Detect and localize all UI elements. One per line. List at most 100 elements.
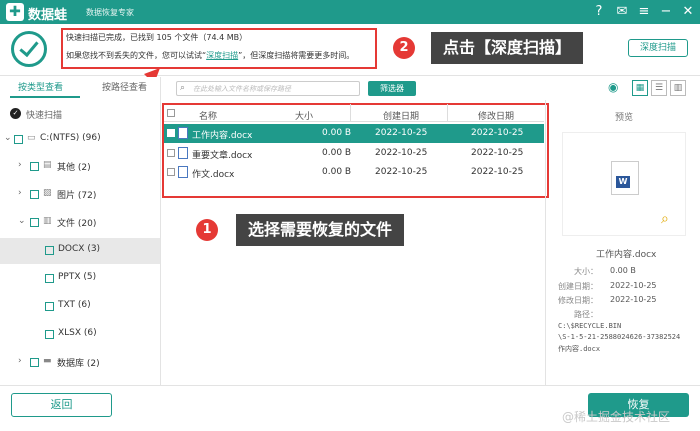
checkbox[interactable] [30,162,39,171]
preview-path-line3: 作内容.docx [558,345,601,353]
tree-label: 图片 (72) [57,191,97,201]
cell-modified: 2022-10-25 [471,148,524,158]
tree-item-images[interactable]: › ▨ 图片 (72) [0,182,160,208]
close-icon[interactable]: ✕ [680,4,696,20]
table-row[interactable]: 重要文章.docx 0.00 B 2022-10-25 2022-10-25 [164,144,544,163]
cell-created: 2022-10-25 [375,148,428,158]
chevron-down-icon[interactable]: ⌄ [4,133,12,143]
preview-filename: 工作内容.docx [596,250,657,260]
grid-view-icon[interactable]: ▦ [632,80,648,96]
drive-icon: ▭ [27,133,36,143]
tree-item-drive-c[interactable]: ⌄ ▭ C:(NTFS) (96) [0,127,160,153]
active-tab-indicator [10,96,80,98]
minimize-icon[interactable]: − [658,4,674,20]
menu-icon[interactable]: ≡ [636,4,652,20]
tree-item-database[interactable]: › ▬ 数据库 (2) [0,350,160,376]
tab-view-by-type[interactable]: 按类型查看 [18,80,63,93]
tree-item-docx[interactable]: DOCX (3) [0,238,160,264]
cell-name: 工作内容.docx [192,131,253,141]
select-all-checkbox[interactable] [167,109,175,117]
tree-label: 数据库 (2) [57,359,100,369]
watermark-text: @稀土掘金技术社区 [562,410,671,424]
search-input[interactable]: ⌕ 在此处输入文件名称或保存路径 [176,81,360,96]
chevron-right-icon[interactable]: › [18,356,22,366]
app-logo-icon: ✚ [6,3,24,21]
tab-view-by-path[interactable]: 按路径查看 [102,80,147,93]
step-2-badge: 2 [393,37,415,59]
cell-modified: 2022-10-25 [471,167,524,177]
tree-label: C:(NTFS) (96) [40,133,101,143]
feedback-icon[interactable]: ✉ [614,4,630,20]
eye-icon[interactable]: ◉ [608,80,618,94]
checkbox[interactable] [45,330,54,339]
quick-scan-check-icon: ✓ [10,108,21,119]
row-checkbox[interactable] [167,168,175,176]
scan-result-text: 快速扫描已完成，已找到 105 个文件（74.4 MB） [66,33,248,42]
column-divider [447,104,448,121]
detail-view-icon[interactable]: ▥ [670,80,686,96]
table-row[interactable]: 工作内容.docx 0.00 B 2022-10-25 2022-10-25 [164,124,544,143]
cell-size: 0.00 B [322,128,352,138]
preview-path-line2: \S-1-5-21-2588024626-37382524 [558,333,681,341]
checkbox[interactable] [45,246,54,255]
checkbox[interactable] [30,218,39,227]
tree-item-pptx[interactable]: PPTX (5) [0,266,160,292]
cell-name: 作文.docx [192,170,235,180]
preview-created-label: 创建日期： [558,282,598,291]
step-1-badge: 1 [196,219,218,241]
tree-label: XLSX (6) [58,328,97,338]
cell-size: 0.00 B [322,148,352,158]
list-view-icon[interactable]: ☰ [651,80,667,96]
tree-label: 其他 (2) [57,163,91,173]
docx-file-icon [178,166,188,178]
search-icon: ⌕ [180,83,186,93]
row-checkbox[interactable] [167,149,175,157]
preview-size-label: 大小： [574,267,598,276]
checkbox[interactable] [30,358,39,367]
tree-item-documents[interactable]: ⌄ ▥ 文件 (20) [0,210,160,236]
back-button[interactable]: 返回 [11,393,112,417]
title-bar: ✚ 数据蛙 数据恢复专家 ? ✉ ≡ − ✕ [0,0,700,24]
table-row[interactable]: 作文.docx 0.00 B 2022-10-25 2022-10-25 [164,163,544,182]
deep-scan-button[interactable]: 深度扫描 [628,39,688,57]
checkbox[interactable] [14,135,23,144]
help-icon[interactable]: ? [591,4,607,20]
cell-size: 0.00 B [322,167,352,177]
word-badge-icon: W [616,176,630,188]
hint-prefix: 如果您找不到丢失的文件，您可以试试“ [66,51,207,60]
preview-modified-label: 修改日期： [558,296,598,305]
chevron-right-icon[interactable]: › [18,160,22,170]
chevron-down-icon[interactable]: ⌄ [18,216,26,226]
checkbox[interactable] [45,302,54,311]
row-checkbox[interactable] [167,129,175,137]
preview-title: 预览 [615,113,634,123]
tree-item-xlsx[interactable]: XLSX (6) [0,322,160,348]
cell-created: 2022-10-25 [375,167,428,177]
preview-path-label: 路径： [574,310,598,319]
cell-modified: 2022-10-25 [471,128,524,138]
word-file-icon: W [611,161,639,195]
quick-scan-label: 快速扫描 [26,111,63,121]
filter-button[interactable]: 筛选器 [368,81,416,96]
tree-label: DOCX (3) [58,244,101,254]
hint-suffix: ”，但深度扫描将需要更多时间。 [238,51,355,60]
tree-item-txt[interactable]: TXT (6) [0,294,160,320]
step-2-callout: 点击【深度扫描】 [431,32,584,64]
database-icon: ▬ [43,356,52,366]
cell-name: 重要文章.docx [192,151,253,161]
deep-scan-link[interactable]: 深度扫描 [206,51,238,60]
column-divider [350,104,351,121]
zoom-icon[interactable]: ⌕ [661,211,669,227]
tree-item-other[interactable]: › ▤ 其他 (2) [0,154,160,180]
tree-label: TXT (6) [58,300,91,310]
app-name: 数据蛙 [28,8,68,23]
image-icon: ▨ [43,188,52,198]
app-subtitle: 数据恢复专家 [86,8,134,17]
checkbox[interactable] [45,274,54,283]
document-icon: ▥ [43,216,52,226]
chevron-right-icon[interactable]: › [18,188,22,198]
checkbox[interactable] [30,190,39,199]
header-divider [164,121,544,122]
preview-modified-value: 2022-10-25 [610,295,657,304]
cell-created: 2022-10-25 [375,128,428,138]
